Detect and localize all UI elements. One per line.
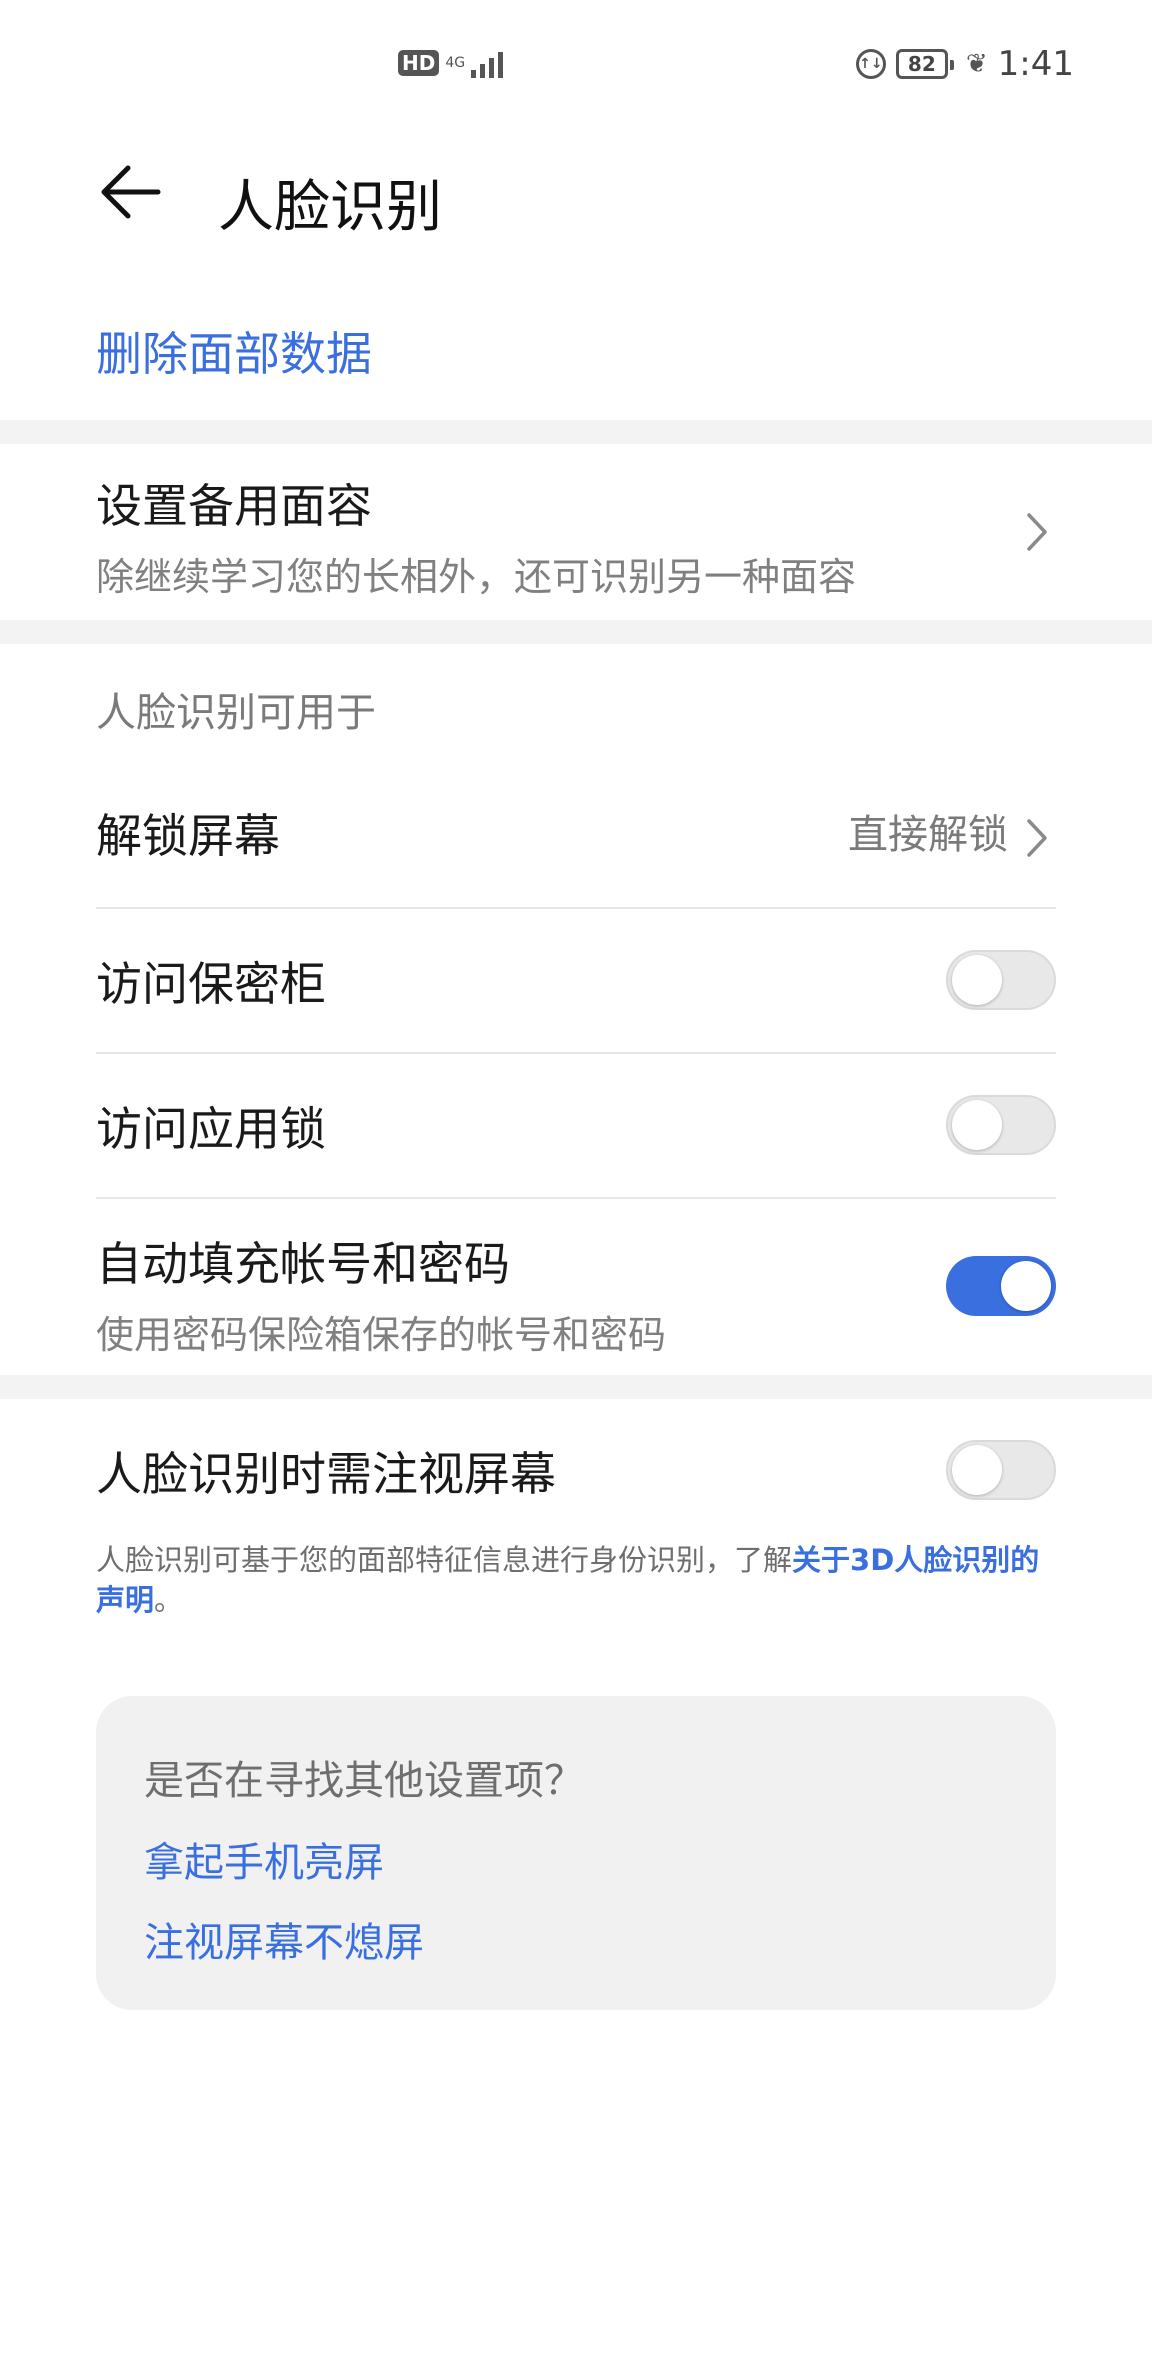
hd-badge: HD (398, 50, 440, 76)
section-divider (0, 420, 1152, 444)
require-gaze-item: 人脸识别时需注视屏幕 (96, 1438, 1056, 1508)
toggle-knob (1001, 1261, 1051, 1311)
page-title: 人脸识别 (218, 175, 442, 240)
divider (96, 907, 1056, 909)
toggle-knob (952, 1100, 1002, 1150)
autofill-title: 自动填充帐号和密码 (96, 1237, 510, 1291)
status-bar: HD 4G ↑↓ 82 ❦ 1:41 (0, 0, 1152, 130)
other-settings-title: 是否在寻找其他设置项？ (144, 1758, 584, 1804)
alternate-face-item[interactable]: 设置备用面容 除继续学习您的长相外，还可识别另一种面容 (96, 470, 1056, 599)
autofill-item: 自动填充帐号和密码 使用密码保险箱保存的帐号和密码 (96, 1228, 1056, 1358)
section-caption: 人脸识别可用于 (96, 690, 376, 736)
signal-icon (471, 48, 504, 78)
toggle-knob (952, 1445, 1002, 1495)
network-indicators: HD 4G (398, 48, 504, 78)
section-divider (0, 620, 1152, 644)
power-saving-leaf-icon: ❦ (965, 49, 988, 79)
battery-level: 82 (907, 52, 936, 76)
safe-access-title: 访问保密柜 (96, 957, 326, 1011)
other-settings-card: 是否在寻找其他设置项？ 拿起手机亮屏 注视屏幕不熄屏 (96, 1696, 1056, 2010)
alternate-face-title: 设置备用面容 (96, 479, 372, 533)
arrow-left-icon[interactable] (98, 160, 162, 224)
autofill-subtitle: 使用密码保险箱保存的帐号和密码 (96, 1313, 667, 1357)
divider (96, 1197, 1056, 1199)
network-type: 4G (445, 55, 466, 71)
unlock-screen-item[interactable]: 解锁屏幕 直接解锁 (96, 800, 1056, 880)
safe-access-item: 访问保密柜 (96, 948, 1056, 1018)
footnote-end: 。 (154, 1583, 184, 1617)
gaze-keep-screen-on-link[interactable]: 注视屏幕不熄屏 (144, 1910, 424, 1968)
toggle-knob (952, 955, 1002, 1005)
alternate-face-subtitle: 除继续学习您的长相外，还可识别另一种面容 (96, 555, 857, 599)
section-divider (0, 1375, 1152, 1399)
clock: 1:41 (997, 44, 1074, 84)
chevron-right-icon (1027, 513, 1047, 551)
unlock-mode-value: 直接解锁 (848, 812, 1008, 858)
raise-to-wake-link[interactable]: 拿起手机亮屏 (144, 1830, 384, 1888)
divider (96, 1052, 1056, 1054)
app-header: 人脸识别 (0, 150, 1152, 240)
app-lock-item: 访问应用锁 (96, 1093, 1056, 1163)
data-saver-icon: ↑↓ (855, 49, 886, 79)
require-gaze-title: 人脸识别时需注视屏幕 (96, 1447, 556, 1501)
chevron-right-icon (1027, 819, 1047, 857)
safe-access-toggle[interactable] (946, 950, 1056, 1010)
app-lock-toggle[interactable] (946, 1095, 1056, 1155)
autofill-toggle[interactable] (946, 1256, 1056, 1316)
app-lock-title: 访问应用锁 (96, 1102, 326, 1156)
battery-icon: 82 (895, 49, 954, 79)
footnote: 人脸识别可基于您的面部特征信息进行身份识别，了解关于3D人脸识别的声明。 (96, 1540, 1056, 1620)
status-right: ↑↓ 82 ❦ 1:41 (855, 44, 1074, 84)
require-gaze-toggle[interactable] (946, 1440, 1056, 1500)
delete-face-data-link[interactable]: 删除面部数据 (96, 318, 372, 384)
footnote-text: 人脸识别可基于您的面部特征信息进行身份识别，了解 (96, 1543, 793, 1577)
